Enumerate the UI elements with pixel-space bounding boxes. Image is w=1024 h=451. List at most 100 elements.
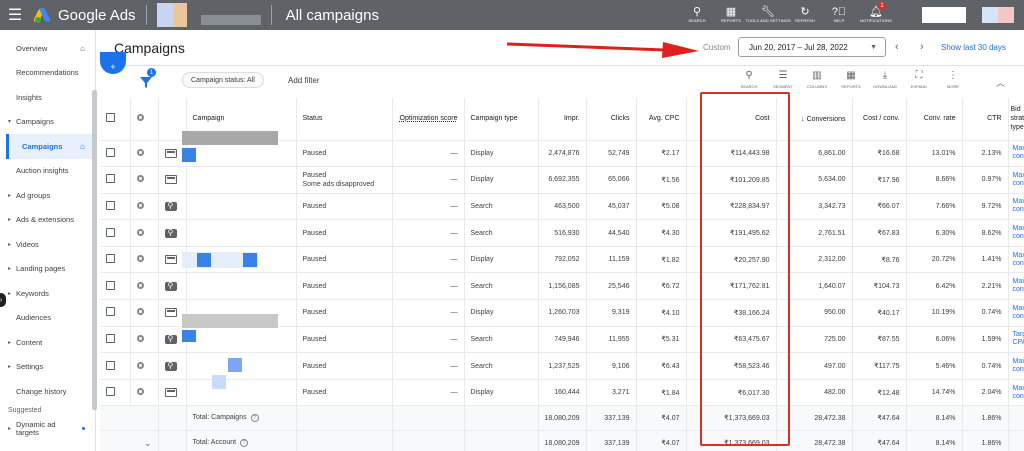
campaign-name-cell[interactable] <box>186 193 297 221</box>
top-reports-button[interactable]: ▦ REPORTS <box>714 0 748 30</box>
sidebar-group-content[interactable]: ▸ Content <box>0 330 95 355</box>
sidebar-item-change-history[interactable]: Change history <box>0 379 95 404</box>
expand-totals-chevron[interactable]: ⌄ <box>100 430 159 451</box>
row-checkbox[interactable] <box>100 166 131 194</box>
bid-strategy-link[interactable]: Maximize conversions <box>1008 299 1024 327</box>
help-icon[interactable]: ? <box>250 414 259 423</box>
column-ctr[interactable]: CTR <box>962 98 1009 141</box>
table-row[interactable]: Paused Some ads disapproved — Display 6,692,… <box>100 166 1024 194</box>
table-row[interactable]: Paused—Search749,94611,955₹5.31₹63,475.6… <box>100 326 1024 354</box>
sidebar-group-videos[interactable]: ▸ Videos <box>0 232 95 257</box>
sidebar-item-dynamic-ad-targets[interactable]: ▸ Dynamic ad targets <box>0 418 95 440</box>
status-toggle[interactable] <box>130 272 159 301</box>
top-search-button[interactable]: ⚲ SEARCH <box>680 0 714 30</box>
column-optimization-score[interactable]: Optimization score <box>392 98 465 141</box>
bid-strategy-link[interactable]: Maximize conversions <box>1008 219 1024 247</box>
sidebar-item-campaigns[interactable]: Campaigns ⌂ <box>6 134 95 159</box>
previous-period-icon[interactable]: ‹ <box>895 41 899 53</box>
row-checkbox[interactable] <box>100 219 131 247</box>
campaign-status-filter-chip[interactable]: Campaign status: All <box>182 72 264 88</box>
account-info-redacted[interactable] <box>922 7 966 23</box>
user-avatar[interactable] <box>982 7 1014 23</box>
campaign-name-cell[interactable] <box>186 219 297 247</box>
columns-button[interactable]: ▥ COLUMNS <box>800 70 834 89</box>
menu-icon[interactable]: ☰ <box>0 0 30 30</box>
column-cost-per-conv[interactable]: Cost / conv. <box>852 98 907 141</box>
bid-strategy-link[interactable]: Maximize conversions <box>1008 352 1024 380</box>
status-toggle[interactable] <box>130 193 159 221</box>
column-impressions[interactable]: Impr. <box>538 98 587 141</box>
column-conv-rate[interactable]: Conv. rate <box>906 98 963 141</box>
bid-strategy-link[interactable]: Maximize conversions <box>1008 272 1024 301</box>
status-toggle[interactable] <box>130 219 159 247</box>
campaign-name-cell[interactable] <box>186 379 297 407</box>
add-filter-button[interactable]: Add filter <box>288 76 320 85</box>
row-checkbox[interactable] <box>100 326 131 354</box>
sidebar-group-ad-groups[interactable]: ▸ Ad groups <box>0 183 95 208</box>
sidebar-item-overview[interactable]: Overview ⌂ <box>0 36 95 61</box>
table-row[interactable]: Paused—Search1,156,08525,546₹6.72₹171,76… <box>100 272 1024 301</box>
campaign-name-cell[interactable] <box>186 272 297 301</box>
bid-strategy-link[interactable]: Maximize conversions <box>1008 166 1024 194</box>
sidebar-group-keywords[interactable]: ▸ Keywords <box>0 281 95 306</box>
account-avatar[interactable] <box>156 3 187 27</box>
column-campaign-type[interactable]: Campaign type <box>464 98 539 141</box>
row-checkbox[interactable] <box>100 193 131 221</box>
row-checkbox[interactable] <box>100 246 131 274</box>
column-conversions[interactable]: ↓ Conversions <box>776 98 853 141</box>
bid-strategy-link[interactable]: Target CPA <box>1008 326 1024 354</box>
table-row[interactable]: Paused—Search463,50045,037₹5.08₹228,834.… <box>100 193 1024 221</box>
expand-button[interactable]: ⛶ EXPAND <box>902 70 936 89</box>
sidebar-item-audiences[interactable]: Audiences <box>0 306 95 331</box>
show-last-30-days-link[interactable]: Show last 30 days <box>941 43 1006 52</box>
bid-strategy-link[interactable]: Maximize conversions <box>1008 193 1024 221</box>
column-status[interactable]: Status <box>296 98 393 141</box>
date-range-picker[interactable]: Jun 20, 2017 – Jul 28, 2022 ▼ <box>738 37 886 57</box>
download-button[interactable]: ⤓ DOWNLOAD <box>868 70 902 89</box>
sidebar-item-insights[interactable]: Insights <box>0 85 95 110</box>
table-row[interactable]: Paused — Display 160,444 3,271 ₹1.84 ₹6,017.30… <box>100 379 1024 407</box>
column-clicks[interactable]: Clicks <box>586 98 637 141</box>
sidebar-group-landing-pages[interactable]: ▸ Landing pages <box>0 257 95 282</box>
sidebar-group-campaigns[interactable]: ▾ Campaigns <box>0 110 95 135</box>
account-name-redacted[interactable] <box>200 15 261 25</box>
next-period-icon[interactable]: › <box>920 41 924 53</box>
sidebar-group-settings[interactable]: ▸ Settings <box>0 355 95 380</box>
status-toggle[interactable] <box>130 352 159 380</box>
column-bid-strategy[interactable]: Bid strategy type <box>1008 98 1024 141</box>
refresh-button[interactable]: ↻ REFRESH <box>788 0 822 30</box>
sidebar-scrollbar[interactable] <box>92 90 97 410</box>
status-toggle[interactable] <box>130 246 159 274</box>
row-checkbox[interactable] <box>100 272 131 301</box>
row-checkbox[interactable] <box>100 299 131 327</box>
table-row[interactable]: Paused—Search516,93044,540₹4.30₹191,495.… <box>100 219 1024 247</box>
status-toggle[interactable] <box>130 140 159 168</box>
campaign-name-cell[interactable] <box>186 166 297 194</box>
campaign-name-cell[interactable] <box>186 326 297 354</box>
column-avg-cpc[interactable]: Avg. CPC <box>636 98 687 141</box>
row-checkbox[interactable] <box>100 379 131 407</box>
column-cost[interactable]: Cost <box>686 98 777 141</box>
row-checkbox[interactable] <box>100 140 131 168</box>
sidebar-item-recommendations[interactable]: Recommendations <box>0 61 95 86</box>
sidebar-item-auction-insights[interactable]: Auction insights <box>0 159 95 184</box>
table-search-button[interactable]: ⚲ SEARCH <box>732 70 766 89</box>
table-reports-button[interactable]: ▦ REPORTS <box>834 70 868 89</box>
status-toggle[interactable] <box>130 166 159 194</box>
bid-strategy-link[interactable]: Maximize conversions <box>1008 246 1024 274</box>
bid-strategy-link[interactable]: Maximize conversions <box>1008 140 1024 168</box>
segment-button[interactable]: ☰ SEGMENT <box>766 70 800 89</box>
status-toggle[interactable] <box>130 299 159 327</box>
select-all-checkbox[interactable] <box>100 98 131 141</box>
help-icon[interactable]: ? <box>240 439 249 448</box>
help-button[interactable]: ?⃝ HELP <box>822 0 856 30</box>
bid-strategy-link[interactable]: Maximize conversions <box>1008 379 1024 407</box>
collapse-chevron-icon[interactable]: ︿ <box>996 76 1005 89</box>
more-button[interactable]: ⋮ MORE <box>936 70 970 89</box>
status-toggle[interactable] <box>130 326 159 354</box>
row-checkbox[interactable] <box>100 352 131 380</box>
notifications-button[interactable]: 🔔︎ 1 NOTIFICATIONS <box>856 0 896 30</box>
sidebar-group-ads-extensions[interactable]: ▸ Ads & extensions <box>0 208 95 233</box>
status-toggle[interactable] <box>130 379 159 407</box>
tools-settings-button[interactable]: 🔧︎ TOOLS AND SETTINGS <box>745 0 791 30</box>
